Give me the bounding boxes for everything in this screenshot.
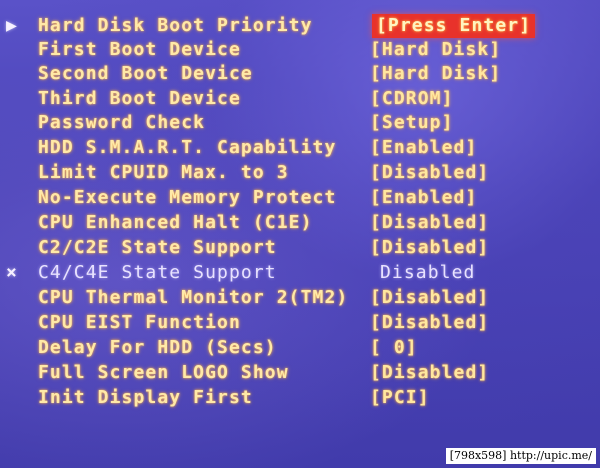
- bios-option-value[interactable]: [Hard Disk]: [370, 62, 501, 86]
- row-marker: [6, 311, 34, 335]
- bios-option-label: Hard Disk Boot Priority: [38, 15, 313, 36]
- bios-option-row[interactable]: ▶ Hard Disk Boot Priority [Press Enter]: [0, 14, 600, 38]
- bios-option-label: Delay For HDD (Secs): [38, 337, 277, 358]
- row-marker: [6, 211, 34, 235]
- bios-option-label: Second Boot Device: [38, 63, 253, 84]
- bios-option-row: × C4/C4E State Support Disabled: [0, 261, 600, 285]
- bios-option-value[interactable]: [Press Enter]: [372, 14, 536, 38]
- bios-option-row[interactable]: Full Screen LOGO Show [Disabled]: [0, 361, 600, 385]
- bios-option-value[interactable]: [PCI]: [370, 386, 430, 410]
- bios-option-row[interactable]: HDD S.M.A.R.T. Capability [Enabled]: [0, 136, 600, 160]
- row-marker: [6, 361, 34, 385]
- row-marker: [6, 186, 34, 210]
- bios-option-label: C2/C2E State Support: [38, 237, 277, 258]
- bios-option-label: CPU Thermal Monitor 2(TM2): [38, 287, 349, 308]
- bios-option-value[interactable]: [Enabled]: [370, 186, 477, 210]
- unavailable-x-icon: ×: [6, 262, 17, 283]
- row-marker: [6, 111, 34, 135]
- row-marker: [6, 161, 34, 185]
- row-marker: [6, 286, 34, 310]
- bios-option-row[interactable]: C2/C2E State Support [Disabled]: [0, 236, 600, 260]
- bios-option-row[interactable]: Third Boot Device [CDROM]: [0, 87, 600, 111]
- row-marker: [6, 236, 34, 260]
- row-marker: [6, 38, 34, 62]
- bios-option-value[interactable]: [Disabled]: [370, 311, 489, 335]
- submenu-arrow-icon: ▶: [6, 15, 17, 36]
- bios-option-value[interactable]: [Disabled]: [370, 286, 489, 310]
- bios-option-value: Disabled: [380, 262, 476, 283]
- bios-option-value[interactable]: [Hard Disk]: [370, 38, 501, 62]
- bios-option-value[interactable]: [Enabled]: [370, 136, 477, 160]
- bios-option-row[interactable]: Delay For HDD (Secs) [ 0]: [0, 336, 600, 360]
- bios-option-row[interactable]: CPU Enhanced Halt (C1E) [Disabled]: [0, 211, 600, 235]
- bios-option-value[interactable]: [Disabled]: [370, 236, 489, 260]
- bios-option-row[interactable]: Second Boot Device [Hard Disk]: [0, 62, 600, 86]
- row-marker: [6, 386, 34, 410]
- row-marker: [6, 336, 34, 360]
- row-marker: [6, 136, 34, 160]
- bios-option-row[interactable]: Init Display First [PCI]: [0, 386, 600, 410]
- bios-option-value[interactable]: [CDROM]: [370, 87, 454, 111]
- bios-option-label: Password Check: [38, 112, 206, 133]
- bios-option-label: First Boot Device: [38, 39, 241, 60]
- bios-option-row[interactable]: Limit CPUID Max. to 3 [Disabled]: [0, 161, 600, 185]
- bios-option-row[interactable]: CPU Thermal Monitor 2(TM2) [Disabled]: [0, 286, 600, 310]
- bios-option-value[interactable]: [Setup]: [370, 111, 454, 135]
- bios-option-value[interactable]: [Disabled]: [370, 361, 489, 385]
- bios-option-label: CPU Enhanced Halt (C1E): [38, 212, 313, 233]
- bios-option-value[interactable]: [Disabled]: [370, 161, 489, 185]
- bios-option-label: CPU EIST Function: [38, 312, 241, 333]
- bios-option-row[interactable]: CPU EIST Function [Disabled]: [0, 311, 600, 335]
- bios-option-label: Limit CPUID Max. to 3: [38, 162, 289, 183]
- row-marker: [6, 62, 34, 86]
- bios-option-label: Full Screen LOGO Show: [38, 362, 289, 383]
- bios-option-label: Third Boot Device: [38, 88, 241, 109]
- bios-option-row[interactable]: Password Check [Setup]: [0, 111, 600, 135]
- bios-screen: ▶ Hard Disk Boot Priority [Press Enter] Fir…: [0, 0, 600, 468]
- bios-option-label: HDD S.M.A.R.T. Capability: [38, 137, 337, 158]
- bios-option-row[interactable]: No-Execute Memory Protect [Enabled]: [0, 186, 600, 210]
- bios-option-value[interactable]: [Disabled]: [370, 211, 489, 235]
- watermark: [798x598] http://upic.me/: [445, 448, 596, 464]
- bios-option-label: Init Display First: [38, 387, 253, 408]
- bios-option-value[interactable]: [ 0]: [370, 336, 418, 360]
- bios-option-label: No-Execute Memory Protect: [38, 187, 337, 208]
- bios-option-label: C4/C4E State Support: [38, 262, 277, 283]
- bios-option-row[interactable]: First Boot Device [Hard Disk]: [0, 38, 600, 62]
- row-marker: [6, 87, 34, 111]
